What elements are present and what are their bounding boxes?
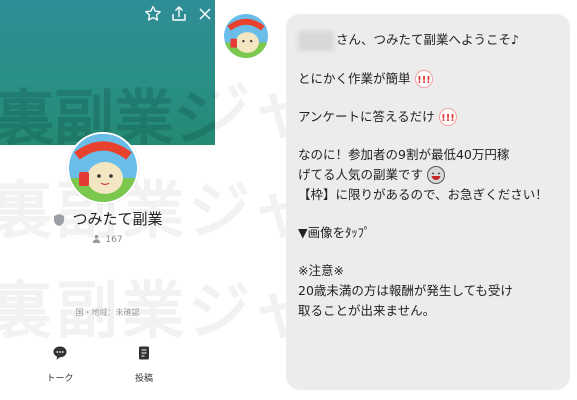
post-icon [136,345,152,361]
person-icon [92,234,101,246]
message-line: とにかく作業が簡単 [298,70,411,86]
post-button[interactable]: 投稿 [124,345,164,384]
message-line: なのに！参加者の9割が最低40万円稼 [298,146,510,162]
profile-actions: トーク 投稿 [40,345,164,384]
svg-text:!!!: !!! [417,75,431,86]
chat-icon [52,345,68,361]
message-line: 【枠】に限りがあるので、お急ぎください！ [298,186,548,202]
message-line: アンケートに答えるだけ [298,108,435,124]
exclamation-icon: !!! [414,70,433,88]
region-label: 国・地域：未確認 [75,308,140,317]
exclamation-icon: !!! [438,108,457,126]
sender-avatar[interactable] [224,14,268,58]
post-label: 投稿 [134,374,153,384]
message-line: ▼画像をﾀｯﾌﾟ [298,224,371,240]
message-line: ※注意※ [298,262,344,278]
message-line: げてる人気の副業です [298,166,424,182]
star-icon[interactable] [143,4,163,24]
redacted-username [298,30,334,51]
profile-cover: 裏副業ジャーニー [0,0,215,145]
share-icon[interactable] [169,4,189,24]
laughing-face-icon [427,166,445,184]
chat-label: トーク [46,374,74,384]
profile-name-row: つみたて副業 [0,208,215,229]
chat-button[interactable]: トーク [40,345,80,384]
svg-text:!!!: !!! [441,113,455,124]
friends-count: 167 [0,234,215,246]
close-icon[interactable] [195,4,215,24]
friends-count-value: 167 [105,235,123,245]
greeting-text: さん、つみたて副業へようこそ♪ [336,32,519,47]
message-bubble[interactable]: さん、つみたて副業へようこそ♪ とにかく作業が簡単 !!! アンケートに答えるだ… [286,14,570,390]
profile-avatar[interactable] [67,132,139,204]
shield-icon [52,212,66,226]
message-line: 取ることが出来ません。 [298,302,436,318]
message-line: 20歳未満の方は報酬が発生しても受け [298,282,513,298]
profile-name: つみたて副業 [72,210,163,228]
